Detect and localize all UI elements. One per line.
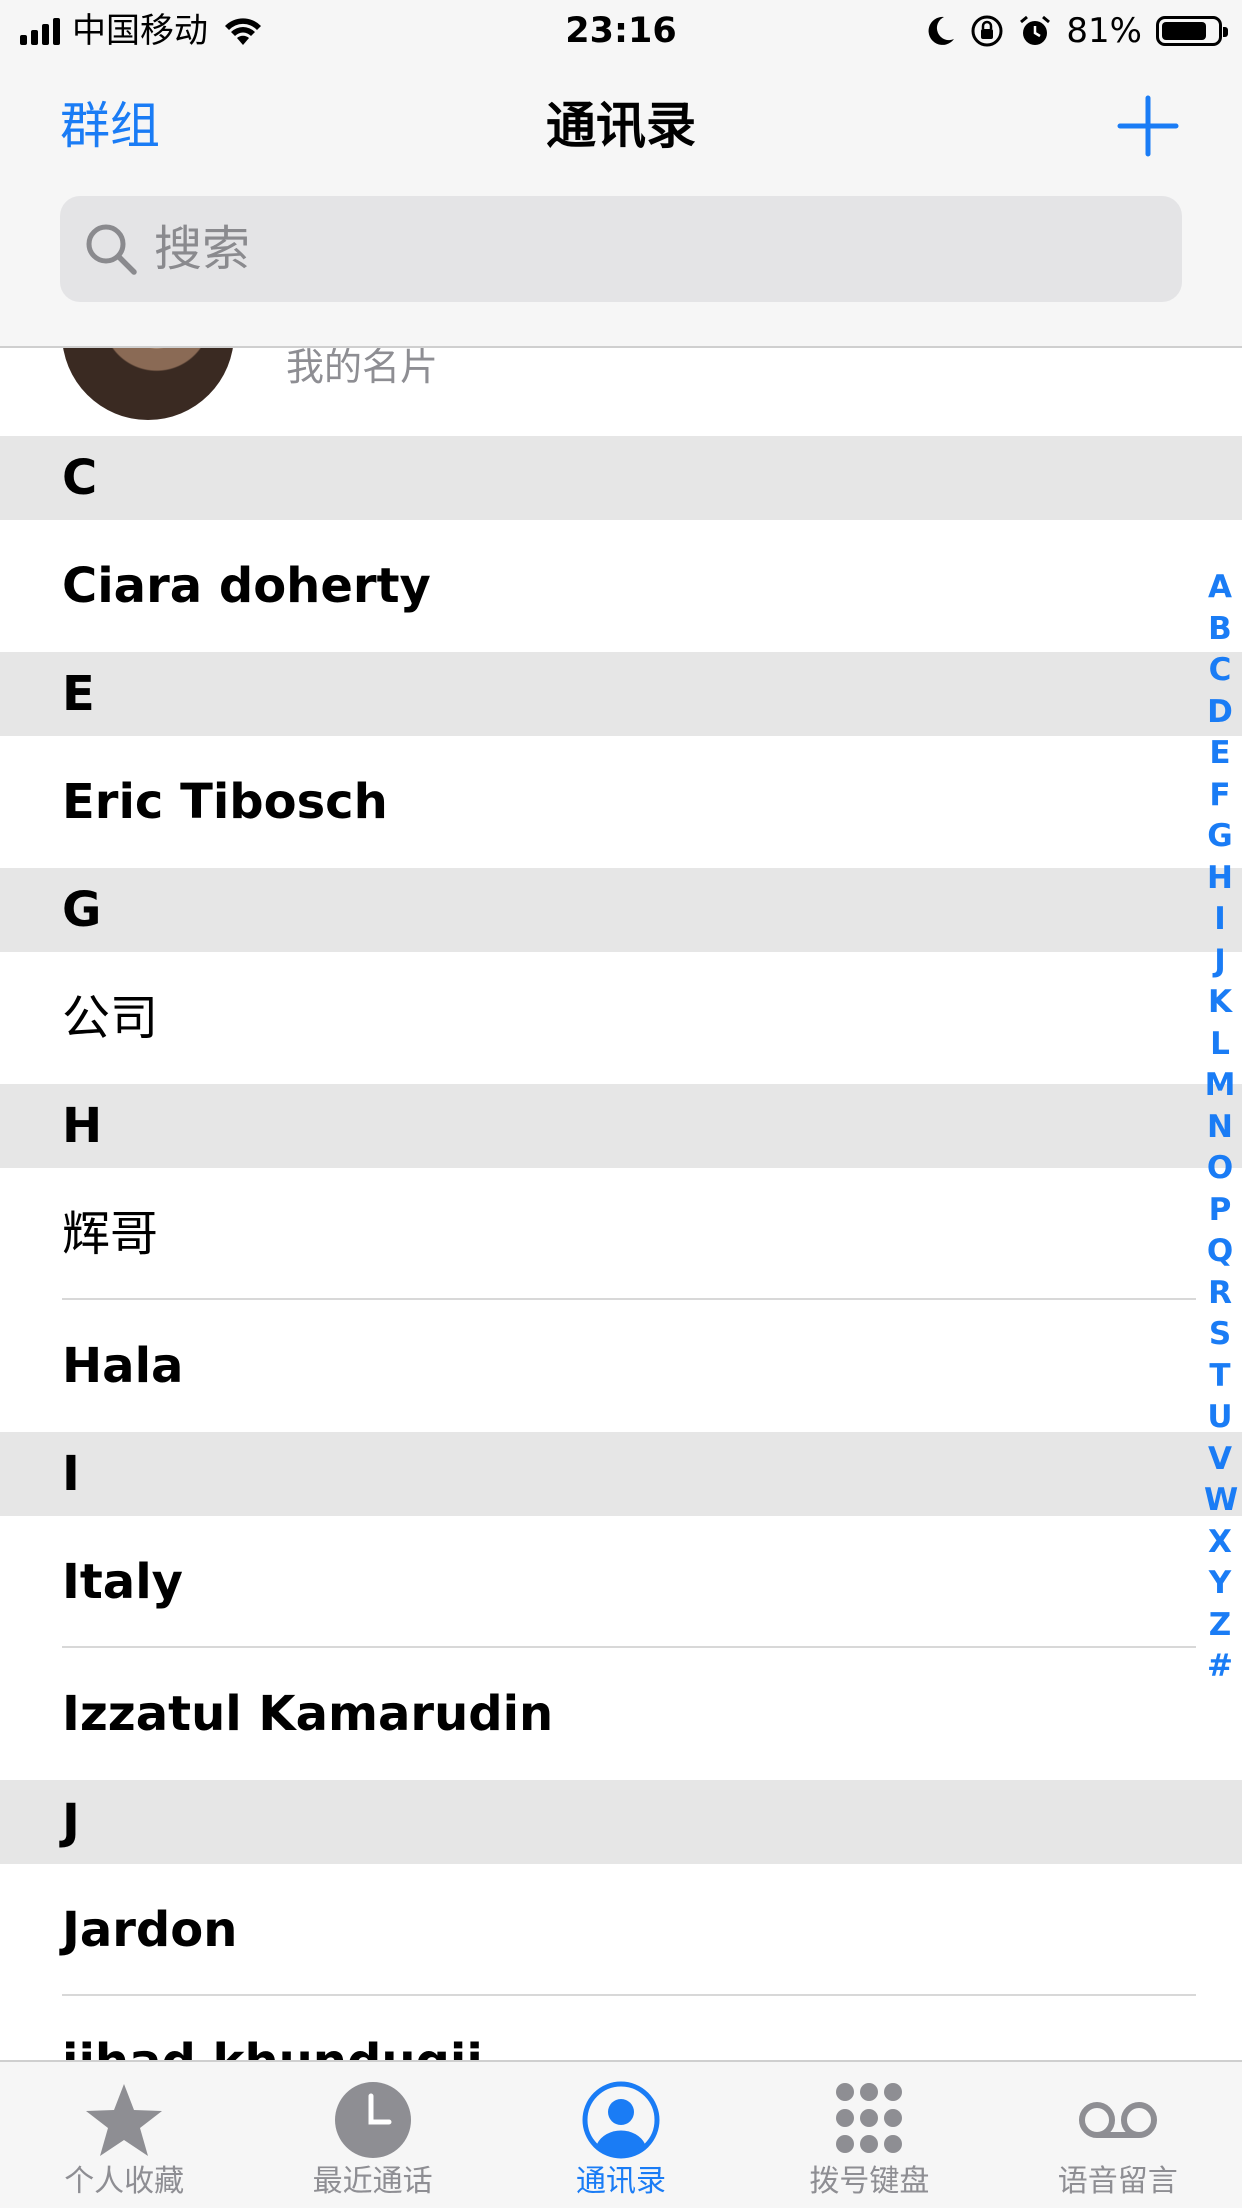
contact-name: Jardon: [62, 1902, 238, 1958]
star-icon: [86, 2084, 163, 2156]
search-icon: [86, 224, 137, 275]
index-letter[interactable]: E: [1204, 733, 1236, 775]
contact-name: Hala: [62, 1338, 184, 1394]
page-title: 通讯录: [546, 97, 696, 155]
keypad-icon: [836, 2083, 903, 2153]
section-letter: I: [62, 1446, 80, 1502]
my-card[interactable]: 我的名片: [0, 348, 1242, 434]
contact-name: Ciara doherty: [62, 558, 431, 614]
index-letter[interactable]: I: [1204, 899, 1236, 941]
tab-label: 个人收藏: [64, 2164, 185, 2199]
index-letter[interactable]: N: [1204, 1107, 1236, 1149]
section-letter: E: [62, 666, 95, 722]
section-header-j: J: [0, 1780, 1242, 1864]
nav-header: 群组 通讯录: [0, 62, 1242, 348]
index-letter[interactable]: D: [1204, 692, 1236, 734]
index-letter[interactable]: O: [1204, 1148, 1236, 1190]
index-letter[interactable]: K: [1204, 982, 1236, 1024]
list-item[interactable]: 辉哥: [0, 1168, 1242, 1300]
status-right: 81%: [926, 10, 1228, 52]
index-letter[interactable]: L: [1204, 1024, 1236, 1066]
list-item[interactable]: Izzatul Kamarudin: [0, 1648, 1242, 1780]
index-letter[interactable]: R: [1204, 1273, 1236, 1315]
contact-name: Italy: [62, 1554, 183, 1610]
tab-recents[interactable]: 最近通话: [248, 2062, 496, 2208]
index-letter[interactable]: X: [1204, 1522, 1236, 1564]
tab-contacts[interactable]: 通讯录: [497, 2062, 745, 2208]
section-letter: H: [62, 1098, 103, 1154]
index-letter[interactable]: Q: [1204, 1231, 1236, 1273]
index-letter[interactable]: P: [1204, 1190, 1236, 1232]
list-item[interactable]: 公司: [0, 952, 1242, 1084]
tab-label: 语音留言: [1057, 2164, 1178, 2199]
plus-icon[interactable]: [1114, 92, 1182, 160]
my-card-label: 我的名片: [286, 348, 439, 389]
section-header-i: I: [0, 1432, 1242, 1516]
contact-name: Izzatul Kamarudin: [62, 1686, 554, 1742]
index-letter[interactable]: H: [1204, 858, 1236, 900]
list-item[interactable]: Italy: [0, 1516, 1242, 1648]
avatar: [62, 348, 234, 420]
contact-name: 辉哥: [62, 1206, 159, 1262]
alphabet-index[interactable]: A B C D E F G H I J K L M N O P Q R S T U V W X Y Z #: [1204, 567, 1238, 1688]
battery-percent: 81%: [1066, 11, 1142, 51]
tab-voicemail[interactable]: 语音留言: [994, 2062, 1242, 2208]
index-letter[interactable]: #: [1204, 1646, 1236, 1688]
tab-label: 最近通话: [312, 2164, 433, 2199]
moon-icon: [928, 16, 955, 45]
list-item[interactable]: Eric Tibosch: [0, 736, 1242, 868]
section-letter: C: [62, 450, 98, 506]
section-letter: J: [62, 1794, 80, 1850]
index-letter[interactable]: T: [1204, 1356, 1236, 1398]
index-letter[interactable]: S: [1204, 1314, 1236, 1356]
search-input[interactable]: [154, 221, 1054, 277]
rotation-lock-icon: [971, 15, 1003, 47]
index-letter[interactable]: F: [1204, 775, 1236, 817]
index-letter[interactable]: J: [1204, 941, 1236, 983]
clock-icon: [334, 2082, 411, 2158]
index-letter[interactable]: A: [1204, 567, 1236, 609]
battery-icon: [1156, 16, 1228, 46]
index-letter[interactable]: V: [1204, 1439, 1236, 1481]
alarm-icon: [1020, 15, 1051, 45]
index-letter[interactable]: G: [1204, 816, 1236, 858]
search-bar[interactable]: [60, 196, 1182, 302]
index-letter[interactable]: M: [1204, 1065, 1236, 1107]
section-header-e: E: [0, 652, 1242, 736]
section-header-c: C: [0, 436, 1242, 520]
contact-name: 公司: [62, 990, 159, 1046]
list-item[interactable]: Ciara doherty: [0, 520, 1242, 652]
section-letter: G: [62, 882, 102, 938]
index-letter[interactable]: W: [1204, 1480, 1238, 1522]
section-header-g: G: [0, 868, 1242, 952]
list-item[interactable]: Hala: [0, 1300, 1242, 1432]
person-circle-icon: [582, 2081, 660, 2159]
tab-label: 通讯录: [575, 2164, 666, 2199]
status-bar: 中国移动 23:16 81%: [0, 0, 1242, 62]
tab-label: 拨号键盘: [809, 2164, 930, 2199]
index-letter[interactable]: B: [1204, 609, 1236, 651]
battery-fill: [1162, 22, 1206, 40]
index-letter[interactable]: C: [1204, 650, 1236, 692]
index-letter[interactable]: U: [1204, 1397, 1236, 1439]
index-letter[interactable]: Z: [1204, 1605, 1236, 1647]
tab-favorites[interactable]: 个人收藏: [0, 2062, 248, 2208]
index-letter[interactable]: Y: [1204, 1563, 1236, 1605]
tab-bar: 个人收藏 最近通话 通讯录 拨号键盘 语音留言: [0, 2060, 1242, 2208]
voicemail-icon: [1078, 2102, 1157, 2138]
tab-keypad[interactable]: 拨号键盘: [745, 2062, 993, 2208]
contact-name: Eric Tibosch: [62, 774, 388, 830]
section-header-h: H: [0, 1084, 1242, 1168]
list-item[interactable]: Jardon: [0, 1864, 1242, 1996]
